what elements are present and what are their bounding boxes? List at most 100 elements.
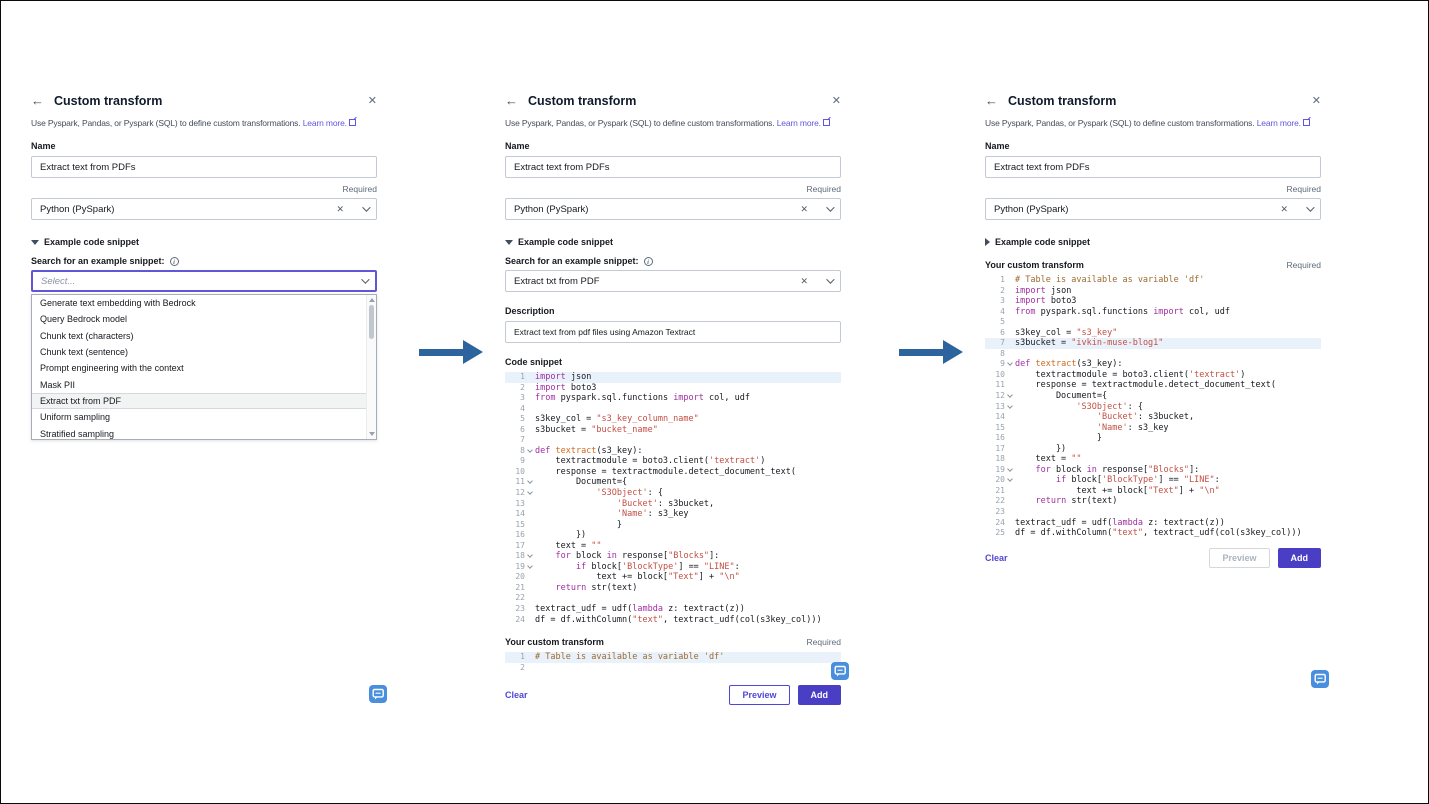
code-line[interactable]: 22: [505, 593, 841, 604]
code-line[interactable]: 13 'S3Object': {: [985, 402, 1321, 413]
snippet-select[interactable]: Select...: [31, 270, 377, 292]
code-line[interactable]: 19 if block['BlockType'] == "LINE":: [505, 562, 841, 573]
scroll-up-icon[interactable]: [369, 298, 375, 302]
dropdown-option[interactable]: Generate text embedding with Bedrock: [32, 295, 376, 311]
code-line[interactable]: 2 import boto3: [505, 383, 841, 394]
code-line[interactable]: 23 textract_udf = udf(lambda z: textract(…: [505, 604, 841, 615]
code-line[interactable]: 23: [985, 507, 1321, 518]
scrollbar-thumb[interactable]: [369, 305, 374, 339]
code-line[interactable]: 8 def textract(s3_key):: [505, 446, 841, 457]
learn-more-link[interactable]: Learn more.: [303, 118, 347, 128]
clear-selection-icon[interactable]: ✕: [1270, 204, 1298, 215]
code-line[interactable]: 15 'Name': s3_key: [985, 423, 1321, 434]
custom-transform-editor[interactable]: 1 # Table is available as variable 'df' 2 i…: [985, 275, 1321, 539]
dropdown-option[interactable]: Chunk text (sentence): [32, 344, 376, 360]
code-line[interactable]: 10 response = textractmodule.detect_docu…: [505, 467, 841, 478]
code-line[interactable]: 17 }): [985, 444, 1321, 455]
learn-more-link[interactable]: Learn more.: [777, 118, 821, 128]
code-line[interactable]: 1 import json: [505, 372, 841, 383]
code-line[interactable]: 15 }: [505, 520, 841, 531]
clear-selection-icon[interactable]: ✕: [326, 204, 354, 215]
dropdown-option[interactable]: Mask PII: [32, 376, 376, 392]
language-select[interactable]: Python (PySpark) ✕: [985, 198, 1321, 220]
custom-transform-editor[interactable]: 1 # Table is available as variable 'df' 2: [505, 652, 841, 673]
clear-selection-icon[interactable]: ✕: [790, 204, 818, 215]
code-line[interactable]: 12 'S3Object': {: [505, 488, 841, 499]
chat-widget-icon[interactable]: [1311, 670, 1329, 688]
code-line[interactable]: 7 s3bucket = "ivkin-muse-blog1": [985, 338, 1321, 349]
code-line[interactable]: 18 for block in response["Blocks"]:: [505, 551, 841, 562]
code-line[interactable]: 14 'Name': s3_key: [505, 509, 841, 520]
learn-more-link[interactable]: Learn more.: [1257, 118, 1301, 128]
dropdown-option[interactable]: Query Bedrock model: [32, 311, 376, 327]
code-line[interactable]: 18 text = "": [985, 454, 1321, 465]
code-line[interactable]: 10 textractmodule = boto3.client('textra…: [985, 370, 1321, 381]
dropdown-option[interactable]: Extract txt from PDF: [32, 392, 376, 410]
code-line[interactable]: 14 'Bucket': s3bucket,: [985, 412, 1321, 423]
code-line[interactable]: 4 from pyspark.sql.functions import col, …: [985, 307, 1321, 318]
code-line[interactable]: 7: [505, 435, 841, 446]
add-button[interactable]: Add: [1277, 547, 1321, 568]
dropdown-option[interactable]: Uniform sampling: [32, 409, 376, 425]
code-line[interactable]: 5: [985, 317, 1321, 328]
clear-button[interactable]: Clear: [985, 553, 1008, 563]
language-select[interactable]: Python (PySpark) ✕: [31, 198, 377, 220]
code-line[interactable]: 5 s3key_col = "s3_key_column_name": [505, 414, 841, 425]
preview-button[interactable]: Preview: [729, 685, 790, 706]
back-arrow-icon[interactable]: ←: [31, 93, 44, 108]
code-line[interactable]: 24 df = df.withColumn("text", textract_ud…: [505, 615, 841, 626]
language-select[interactable]: Python (PySpark) ✕: [505, 198, 841, 220]
code-line[interactable]: 21 text += block["Text"] + "\n": [985, 486, 1321, 497]
code-line[interactable]: 13 'Bucket': s3bucket,: [505, 499, 841, 510]
close-icon[interactable]: ✕: [1312, 94, 1321, 107]
code-line[interactable]: 6 s3key_col = "s3_key": [985, 328, 1321, 339]
code-line[interactable]: 25 df = df.withColumn("text", textract_ud…: [985, 528, 1321, 539]
code-line[interactable]: 8: [985, 349, 1321, 360]
example-snippet-expander[interactable]: Example code snippet: [505, 237, 841, 247]
code-line[interactable]: 9 textractmodule = boto3.client('textrac…: [505, 456, 841, 467]
dropdown-scrollbar[interactable]: [366, 295, 376, 439]
name-input[interactable]: Extract text from PDFs: [31, 156, 377, 178]
code-line[interactable]: 2: [505, 663, 841, 674]
code-line[interactable]: 1 # Table is available as variable 'df': [985, 275, 1321, 286]
close-icon[interactable]: ✕: [832, 94, 841, 107]
code-line[interactable]: 21 return str(text): [505, 583, 841, 594]
clear-selection-icon[interactable]: ✕: [790, 276, 818, 287]
code-snippet-editor[interactable]: 1 import json 2 import boto3 3 from pyspark.s…: [505, 372, 841, 625]
name-input[interactable]: Extract text from PDFs: [505, 156, 841, 178]
dropdown-option[interactable]: Chunk text (characters): [32, 328, 376, 344]
dropdown-option[interactable]: Stratified sampling: [32, 425, 376, 439]
chat-widget-icon[interactable]: [369, 685, 387, 703]
description-input[interactable]: Extract text from pdf files using Amazon…: [505, 321, 841, 343]
code-line[interactable]: 4: [505, 404, 841, 415]
code-line[interactable]: 22 return str(text): [985, 496, 1321, 507]
add-button[interactable]: Add: [797, 685, 841, 706]
code-line[interactable]: 16 }): [505, 530, 841, 541]
close-icon[interactable]: ✕: [368, 94, 377, 107]
example-snippet-expander[interactable]: Example code snippet: [31, 237, 377, 247]
code-line[interactable]: 16 }: [985, 433, 1321, 444]
back-arrow-icon[interactable]: ←: [985, 93, 998, 108]
code-line[interactable]: 2 import json: [985, 286, 1321, 297]
code-line[interactable]: 9 def textract(s3_key):: [985, 359, 1321, 370]
code-line[interactable]: 20 text += block["Text"] + "\n": [505, 572, 841, 583]
info-icon[interactable]: i: [169, 256, 179, 266]
code-line[interactable]: 3 import boto3: [985, 296, 1321, 307]
chat-widget-icon[interactable]: [831, 662, 849, 680]
code-line[interactable]: 3 from pyspark.sql.functions import col, …: [505, 393, 841, 404]
code-line[interactable]: 24 textract_udf = udf(lambda z: textract(…: [985, 518, 1321, 529]
code-line[interactable]: 19 for block in response["Blocks"]:: [985, 465, 1321, 476]
example-snippet-expander[interactable]: Example code snippet: [985, 237, 1321, 247]
code-line[interactable]: 11 response = textractmodule.detect_docu…: [985, 380, 1321, 391]
scroll-down-icon[interactable]: [369, 432, 375, 436]
code-line[interactable]: 11 Document={: [505, 477, 841, 488]
back-arrow-icon[interactable]: ←: [505, 93, 518, 108]
code-line[interactable]: 17 text = "": [505, 541, 841, 552]
snippet-select[interactable]: Extract txt from PDF ✕: [505, 270, 841, 292]
info-icon[interactable]: i: [643, 256, 653, 266]
dropdown-option[interactable]: Prompt engineering with the context: [32, 360, 376, 376]
name-input[interactable]: Extract text from PDFs: [985, 156, 1321, 178]
preview-button[interactable]: Preview: [1209, 547, 1270, 568]
clear-button[interactable]: Clear: [505, 690, 528, 700]
code-line[interactable]: 1 # Table is available as variable 'df': [505, 652, 841, 663]
